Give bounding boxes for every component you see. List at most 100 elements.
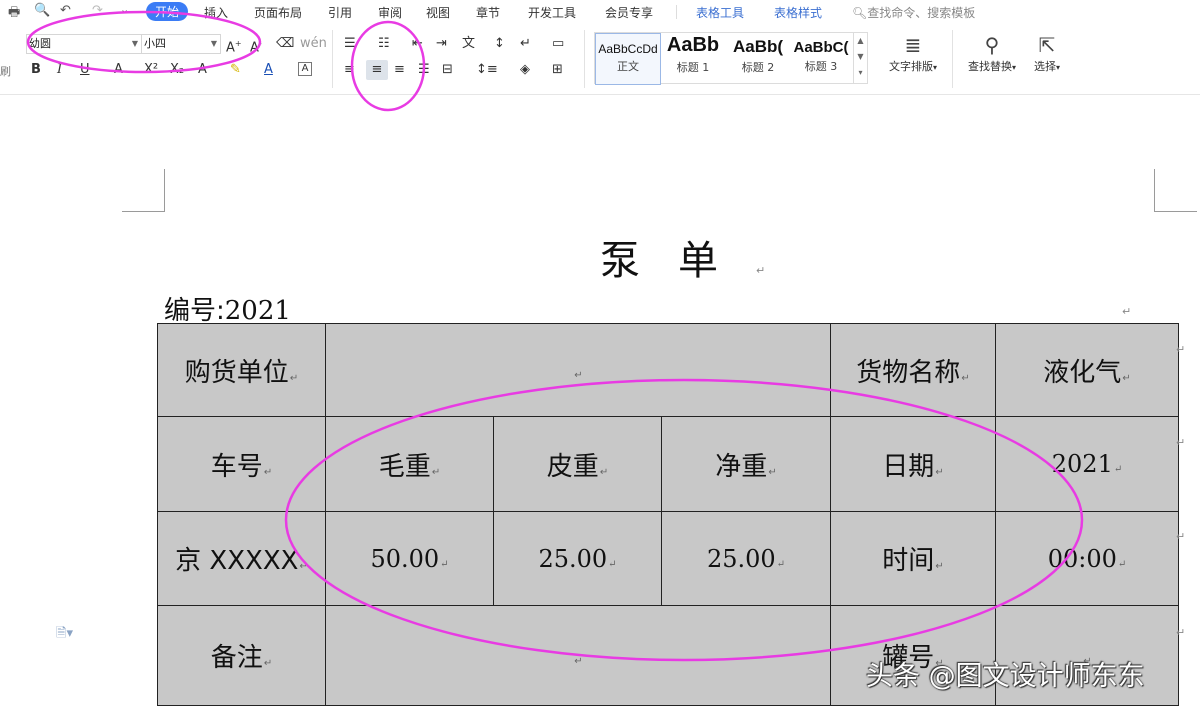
style-preview: AaBbCcDd xyxy=(598,42,658,56)
remarks-label-cell[interactable]: 备注↵ xyxy=(157,605,326,706)
print-preview-icon[interactable]: 🔍 xyxy=(34,3,50,18)
shading-icon[interactable]: ◈ xyxy=(520,62,530,78)
numbered-list-icon[interactable]: ☷ xyxy=(378,36,390,52)
buyer-label-cell[interactable]: 购货单位↵ xyxy=(157,323,326,417)
style-preview: AaBb xyxy=(666,34,720,56)
cursor-arrow-icon: ⇱ xyxy=(1038,33,1056,57)
tare-weight-label-cell[interactable]: 皮重↵ xyxy=(493,416,662,512)
tab-member[interactable]: 会员专享 xyxy=(605,4,653,21)
row-end-mark: ↵ xyxy=(1176,530,1186,543)
sort-icon[interactable]: ↕ xyxy=(494,36,505,52)
underline-icon[interactable]: U xyxy=(80,62,90,78)
borders-icon[interactable]: ⊞ xyxy=(552,62,563,78)
italic-icon[interactable]: I xyxy=(57,62,62,78)
date-label-cell[interactable]: 日期↵ xyxy=(830,416,996,512)
show-marks-icon[interactable]: ↵ xyxy=(520,36,531,52)
clear-format-icon[interactable]: ⌫ xyxy=(276,36,294,52)
style-heading-2[interactable]: AaBb( 标题 2 xyxy=(727,33,789,83)
style-heading-3[interactable]: AaBbC( 标题 3 xyxy=(791,33,851,83)
tab-review[interactable]: 审阅 xyxy=(378,4,402,21)
buyer-value-cell[interactable]: ↵ xyxy=(325,323,831,417)
strikethrough-icon[interactable]: X² xyxy=(144,62,158,78)
table-row: 购货单位↵ ↵ 货物名称↵ 液化气↵ xyxy=(157,323,1179,417)
text-effect-icon[interactable]: A xyxy=(114,62,123,78)
tab-page-layout[interactable]: 页面布局 xyxy=(254,4,302,21)
find-replace-label: 查找替换 xyxy=(967,60,1012,73)
document-title[interactable]: 泵单↵ xyxy=(600,228,765,286)
chevron-down-icon: ▼ xyxy=(210,39,217,48)
time-label-cell[interactable]: 时间↵ xyxy=(830,511,996,606)
font-name-select[interactable]: 幼圆 ▼ xyxy=(26,34,142,54)
grow-font-icon[interactable]: A+ xyxy=(226,36,242,56)
tab-table-style[interactable]: 表格样式 xyxy=(774,4,822,21)
align-center-icon[interactable]: ≡ xyxy=(366,60,388,80)
magnifier-icon: ⚲ xyxy=(984,33,1000,57)
char-shading-icon[interactable]: A xyxy=(198,62,207,78)
net-weight-label-cell[interactable]: 净重↵ xyxy=(661,416,831,512)
tab-table-tools[interactable]: 表格工具 xyxy=(696,4,744,21)
menu-bar: 🖶 🔍 ↶ ↷ ⌄ 开始 插入 页面布局 引用 审阅 视图 章节 开发工具 会员… xyxy=(0,0,1200,24)
chevron-down-icon: ▾ xyxy=(1011,63,1016,72)
plate-label-cell[interactable]: 车号↵ xyxy=(157,416,326,512)
style-normal[interactable]: AaBbCcDd 正文 xyxy=(595,33,661,85)
align-right-icon[interactable]: ≡ xyxy=(394,62,405,78)
char-border-icon[interactable]: A xyxy=(298,62,312,76)
subscript-icon[interactable]: X₂ xyxy=(170,62,184,78)
quick-access-more-icon[interactable]: ⌄ xyxy=(120,3,129,16)
tab-view[interactable]: 视图 xyxy=(426,4,450,21)
redo-icon[interactable]: ↷ xyxy=(92,3,103,18)
find-replace-button[interactable]: ⚲ 查找替换▾ xyxy=(960,32,1024,74)
tab-insert[interactable]: 插入 xyxy=(204,4,228,21)
goods-name-label-cell[interactable]: 货物名称↵ xyxy=(830,323,996,417)
ribbon: 刷 幼圆 ▼ 小四 ▼ A+ A- ⌫ wén B I U A X² X₂ A ✎ … xyxy=(0,24,1200,95)
text-layout-button[interactable]: ≣ 文字排版▾ xyxy=(880,32,946,74)
document-side-icon[interactable]: 🗎▾ xyxy=(56,624,73,646)
select-button[interactable]: ⇱ 选择▾ xyxy=(1026,32,1068,74)
serial-value: 2021 xyxy=(224,296,291,326)
line-spacing-icon[interactable]: ↕≡ xyxy=(476,62,498,78)
table-row: 京 XXXXX↵ 50.00↵ 25.00↵ 25.00↵ 时间↵ 00:00↵ xyxy=(157,511,1179,606)
undo-icon[interactable]: ↶ xyxy=(60,3,71,18)
gross-weight-label-cell[interactable]: 毛重↵ xyxy=(325,416,494,512)
ruler-icon[interactable]: ▭ xyxy=(552,36,564,52)
tab-separator xyxy=(676,5,677,19)
align-left-icon[interactable]: ≡ xyxy=(344,62,355,78)
justify-icon[interactable]: ☰ xyxy=(418,62,430,78)
print-icon[interactable]: 🖶 xyxy=(8,3,20,25)
tab-developer[interactable]: 开发工具 xyxy=(528,4,576,21)
serial-number[interactable]: 编号:2021 xyxy=(164,290,291,327)
style-gallery-scroll[interactable]: ▲ ▼ ▾ xyxy=(853,33,867,83)
chinese-layout-icon[interactable]: 文 xyxy=(462,36,475,52)
font-color-icon[interactable]: A xyxy=(264,62,273,78)
chevron-down-icon: ▾ xyxy=(1055,63,1060,72)
highlight-icon[interactable]: ✎ xyxy=(230,62,241,78)
table-row: 车号↵ 毛重↵ 皮重↵ 净重↵ 日期↵ 2021↵ xyxy=(157,416,1179,512)
search-placeholder: 查找命令、搜索模板 xyxy=(867,6,976,20)
shrink-font-icon[interactable]: A- xyxy=(250,36,262,56)
command-search[interactable]: 🔍︎查找命令、搜索模板 xyxy=(852,4,975,21)
tare-weight-value-cell[interactable]: 25.00↵ xyxy=(493,511,662,606)
time-value-cell[interactable]: 00:00↵ xyxy=(995,511,1179,606)
date-value-cell[interactable]: 2021↵ xyxy=(995,416,1179,512)
goods-name-value-cell[interactable]: 液化气↵ xyxy=(995,323,1179,417)
tab-home[interactable]: 开始 xyxy=(146,2,189,21)
font-size-select[interactable]: 小四 ▼ xyxy=(141,34,221,54)
decrease-indent-icon[interactable]: ⇤ xyxy=(412,36,423,52)
phonetic-icon[interactable]: wén xyxy=(300,36,327,52)
watermark: 头条 @图文设计师东东 xyxy=(866,661,1145,692)
bullet-list-icon[interactable]: ☰ xyxy=(344,36,356,52)
style-name: 标题 1 xyxy=(676,61,710,74)
tab-references[interactable]: 引用 xyxy=(328,4,352,21)
distribute-icon[interactable]: ⊟ xyxy=(442,62,453,78)
bold-icon[interactable]: B xyxy=(31,62,41,78)
gross-weight-value-cell[interactable]: 50.00↵ xyxy=(325,511,494,606)
net-weight-value-cell[interactable]: 25.00↵ xyxy=(661,511,831,606)
increase-indent-icon[interactable]: ⇥ xyxy=(436,36,447,52)
remarks-value-cell[interactable]: ↵ xyxy=(325,605,831,706)
plate-value-cell[interactable]: 京 XXXXX↵ xyxy=(157,511,326,606)
chevron-down-icon: ▼ xyxy=(131,39,138,48)
tab-chapter[interactable]: 章节 xyxy=(476,4,500,21)
format-painter-icon[interactable]: 刷 xyxy=(0,64,11,80)
style-heading-1[interactable]: AaBb 标题 1 xyxy=(661,33,725,83)
row-end-mark: ↵ xyxy=(1176,436,1186,449)
